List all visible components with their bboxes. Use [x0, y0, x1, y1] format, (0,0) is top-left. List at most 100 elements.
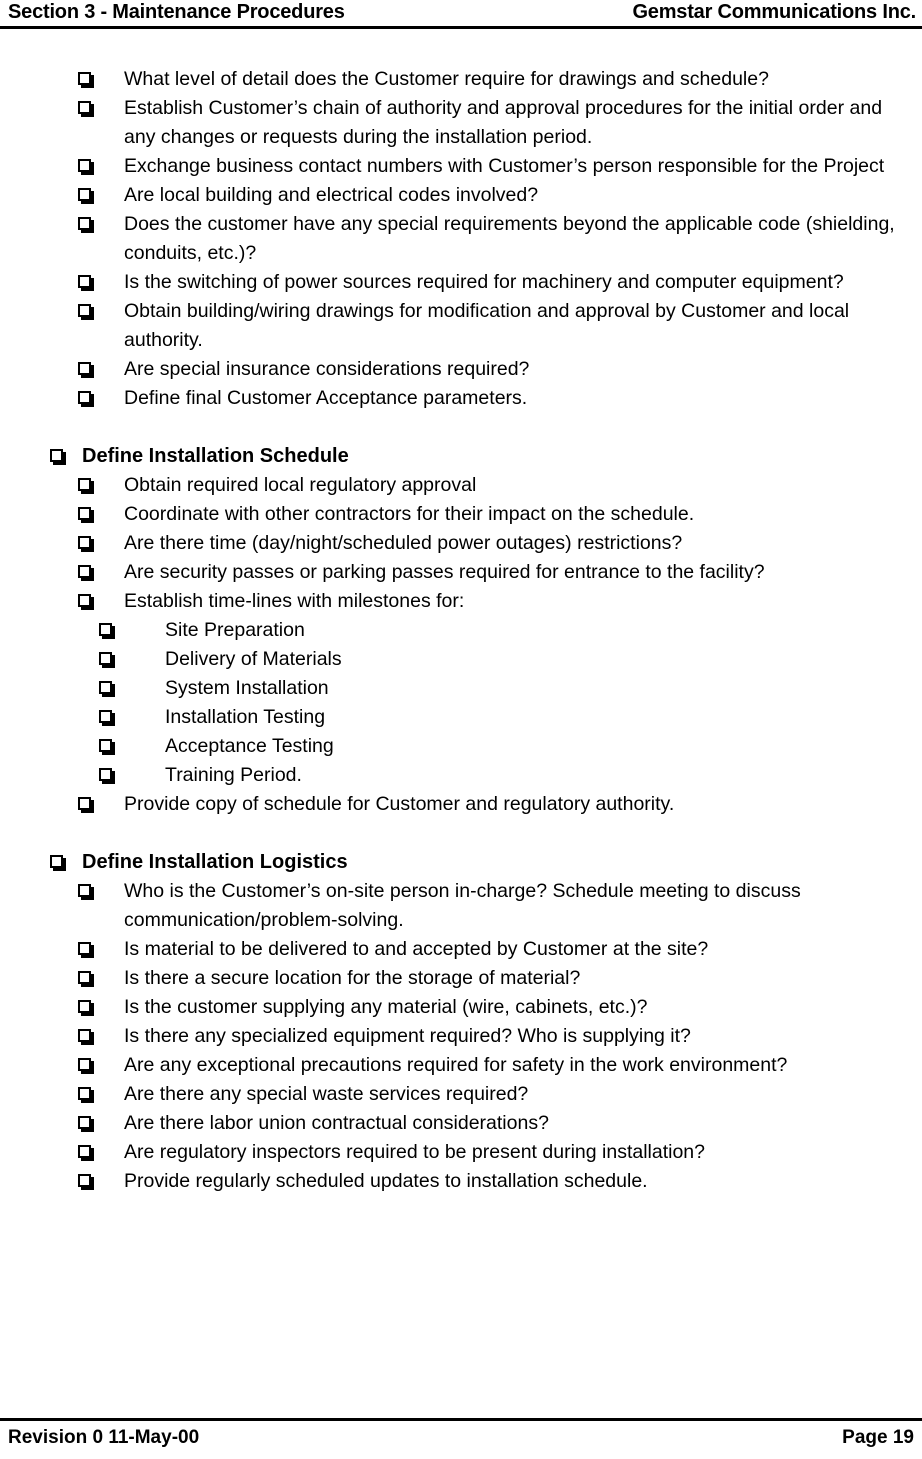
checkbox-icon[interactable]: [78, 101, 91, 114]
checkbox-icon[interactable]: [99, 710, 112, 723]
checklist-item-label: Are regulatory inspectors required to be…: [124, 1141, 706, 1163]
checkbox-icon[interactable]: [99, 623, 112, 636]
checkbox-icon[interactable]: [99, 739, 112, 752]
checkbox-icon[interactable]: [78, 797, 91, 810]
checklist-item-label: Is there a secure location for the stora…: [124, 967, 581, 989]
checklist-item-label: Establish time-lines with milestones for…: [124, 590, 465, 612]
checklist-item-label: Are local building and electrical codes …: [124, 184, 539, 206]
checkbox-icon[interactable]: [78, 536, 91, 549]
checklist-item-label: Coordinate with other contractors for th…: [124, 503, 695, 525]
checklist-item-label: Is the customer supplying any material (…: [124, 996, 648, 1018]
checklist-item[interactable]: Obtain required local regulatory approva…: [0, 471, 922, 500]
checklist-item[interactable]: Are security passes or parking passes re…: [0, 558, 922, 587]
checklist-item-label: System Installation: [165, 677, 329, 699]
checkbox-icon[interactable]: [99, 768, 112, 781]
checklist-item[interactable]: Delivery of Materials: [0, 645, 922, 674]
checkbox-icon[interactable]: [78, 565, 91, 578]
checklist-item-label: Exchange business contact numbers with C…: [124, 155, 885, 177]
checklist-item[interactable]: Site Preparation: [0, 616, 922, 645]
checkbox-icon[interactable]: [50, 449, 63, 462]
checkbox-icon[interactable]: [78, 1116, 91, 1129]
checkbox-icon[interactable]: [78, 594, 91, 607]
checklist-item[interactable]: Establish Customer’s chain of authority …: [0, 94, 922, 152]
checkbox-icon[interactable]: [78, 159, 91, 172]
checkbox-icon[interactable]: [78, 304, 91, 317]
checklist-item-label: Obtain required local regulatory approva…: [124, 474, 477, 496]
checklist-item-label: Acceptance Testing: [165, 735, 334, 757]
checklist-item[interactable]: Training Period.: [0, 761, 922, 790]
checklist-item[interactable]: Are special insurance considerations req…: [0, 355, 922, 384]
checkbox-icon[interactable]: [78, 478, 91, 491]
document-page: Section 3 - Maintenance Procedures Gemst…: [0, 0, 922, 1459]
checkbox-icon[interactable]: [78, 362, 91, 375]
checklist-item-label: Training Period.: [165, 764, 302, 786]
checkbox-icon[interactable]: [78, 942, 91, 955]
checklist-item[interactable]: Obtain building/wiring drawings for modi…: [0, 297, 922, 355]
checklist-item[interactable]: Establish time-lines with milestones for…: [0, 587, 922, 616]
checklist-item[interactable]: Define final Customer Acceptance paramet…: [0, 384, 922, 413]
checklist-item[interactable]: What level of detail does the Customer r…: [0, 65, 922, 94]
checklist-item-label: Are security passes or parking passes re…: [124, 561, 765, 583]
checklist-heading[interactable]: Define Installation Schedule: [0, 442, 922, 471]
checklist-item[interactable]: System Installation: [0, 674, 922, 703]
checkbox-icon[interactable]: [78, 1087, 91, 1100]
checkbox-icon[interactable]: [99, 681, 112, 694]
checkbox-icon[interactable]: [78, 391, 91, 404]
checklist-item-label: Is there any specialized equipment requi…: [124, 1025, 691, 1047]
checklist-item[interactable]: Exchange business contact numbers with C…: [0, 152, 922, 181]
checkbox-icon[interactable]: [78, 217, 91, 230]
checklist-item[interactable]: Acceptance Testing: [0, 732, 922, 761]
checkbox-icon[interactable]: [78, 1174, 91, 1187]
footer-revision-date: Revision 0 11-May-00: [8, 1427, 200, 1448]
checklist-item[interactable]: Is there any specialized equipment requi…: [0, 1022, 922, 1051]
checklist-item[interactable]: Is material to be delivered to and accep…: [0, 935, 922, 964]
footer-page-number: Page 19: [842, 1427, 914, 1448]
page-header: Section 3 - Maintenance Procedures Gemst…: [0, 0, 922, 29]
checklist-item-label: Provide copy of schedule for Customer an…: [124, 793, 675, 815]
checkbox-icon[interactable]: [78, 1145, 91, 1158]
checklist-item[interactable]: Are there time (day/night/scheduled powe…: [0, 529, 922, 558]
page-footer-inner: Revision 0 11-May-00 Page 19: [0, 1421, 922, 1459]
checkbox-icon[interactable]: [78, 1000, 91, 1013]
checklist-item[interactable]: Coordinate with other contractors for th…: [0, 500, 922, 529]
checklist-item-label: Define Installation Logistics: [82, 851, 348, 873]
checklist-item[interactable]: Are there any special waste services req…: [0, 1080, 922, 1109]
checklist-item[interactable]: Is the switching of power sources requir…: [0, 268, 922, 297]
checklist-body: What level of detail does the Customer r…: [0, 29, 922, 1418]
checklist-item[interactable]: Is the customer supplying any material (…: [0, 993, 922, 1022]
checklist-item-label: Installation Testing: [165, 706, 326, 728]
checklist-item[interactable]: Is there a secure location for the stora…: [0, 964, 922, 993]
checklist-item-label: What level of detail does the Customer r…: [124, 68, 769, 90]
header-section-title: Section 3 - Maintenance Procedures: [8, 1, 345, 23]
checkbox-icon[interactable]: [99, 652, 112, 665]
checkbox-icon[interactable]: [78, 1058, 91, 1071]
checkbox-icon[interactable]: [50, 855, 63, 868]
checklist-item[interactable]: Who is the Customer’s on-site person in-…: [0, 877, 922, 935]
checklist-item[interactable]: Does the customer have any special requi…: [0, 210, 922, 268]
checkbox-icon[interactable]: [78, 188, 91, 201]
checklist-item[interactable]: Provide copy of schedule for Customer an…: [0, 790, 922, 819]
checkbox-icon[interactable]: [78, 971, 91, 984]
checklist-item-label: Does the customer have any special requi…: [124, 213, 895, 264]
checkbox-icon[interactable]: [78, 507, 91, 520]
checklist-item-label: Establish Customer’s chain of authority …: [124, 97, 883, 148]
checkbox-icon[interactable]: [78, 275, 91, 288]
checklist-item-label: Obtain building/wiring drawings for modi…: [124, 300, 850, 351]
checklist-item-label: Are there any special waste services req…: [124, 1083, 529, 1105]
page-footer: Revision 0 11-May-00 Page 19: [0, 1418, 922, 1459]
checklist-item[interactable]: Provide regularly scheduled updates to i…: [0, 1167, 922, 1196]
checklist-item[interactable]: Installation Testing: [0, 703, 922, 732]
checklist-item[interactable]: Are any exceptional precautions required…: [0, 1051, 922, 1080]
checklist-item[interactable]: Are there labor union contractual consid…: [0, 1109, 922, 1138]
checklist-heading[interactable]: Define Installation Logistics: [0, 848, 922, 877]
checklist-item[interactable]: Are regulatory inspectors required to be…: [0, 1138, 922, 1167]
checklist-item-label: Delivery of Materials: [165, 648, 342, 670]
checklist-item[interactable]: Are local building and electrical codes …: [0, 181, 922, 210]
checklist-item-label: Provide regularly scheduled updates to i…: [124, 1170, 648, 1192]
checkbox-icon[interactable]: [78, 72, 91, 85]
checkbox-icon[interactable]: [78, 884, 91, 897]
checklist-item-label: Is material to be delivered to and accep…: [124, 938, 709, 960]
checkbox-icon[interactable]: [78, 1029, 91, 1042]
